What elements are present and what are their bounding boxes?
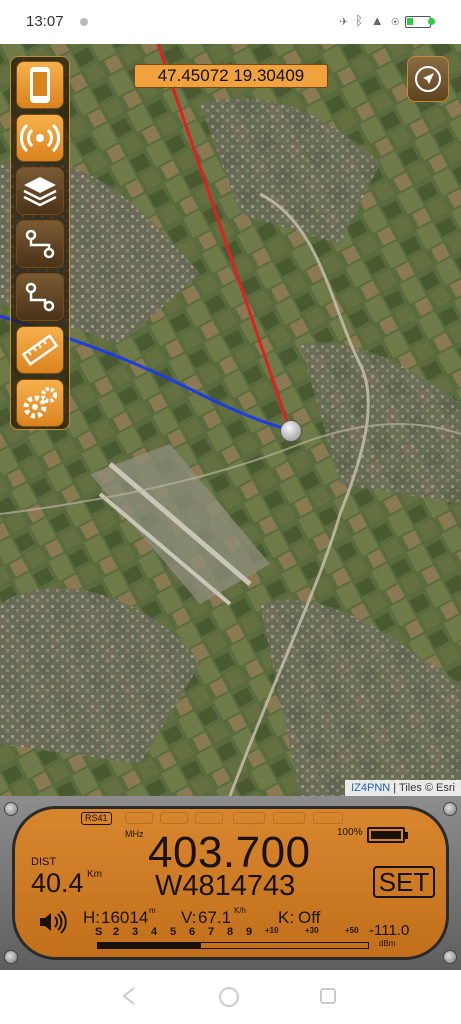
layers-button[interactable] <box>16 167 64 215</box>
s-scale-tick: +10 <box>265 926 279 935</box>
s-scale-tick: 8 <box>227 926 234 938</box>
height-value: 16014 <box>101 908 149 927</box>
lcd-segment <box>160 812 188 824</box>
s-meter-bar <box>97 942 369 949</box>
lcd-segment <box>313 812 343 824</box>
notification-dot-icon <box>80 18 88 26</box>
layers-icon <box>23 177 57 207</box>
back-icon <box>122 987 135 1005</box>
s-scale-tick: S <box>95 926 103 938</box>
attribution-text: | Tiles © Esri <box>390 782 455 794</box>
phone-icon <box>30 67 50 103</box>
ruler-icon <box>21 334 59 366</box>
radio-waves-icon <box>20 123 60 153</box>
height-unit: m <box>149 906 156 915</box>
set-button[interactable]: SET <box>373 866 435 898</box>
home-icon <box>219 987 239 1007</box>
track-button[interactable] <box>16 273 64 321</box>
s-scale-tick: +50 <box>345 926 359 935</box>
navigation-bar <box>0 970 461 1024</box>
device-battery-icon <box>367 827 408 843</box>
s-scale-tick: 3 <box>132 926 139 938</box>
s-scale-tick: 5 <box>170 926 177 938</box>
lcd-segment <box>125 812 153 824</box>
compass-icon <box>415 66 441 92</box>
back-button[interactable] <box>120 986 138 1011</box>
screw-icon <box>4 950 18 964</box>
s-scale-tick: 6 <box>189 926 196 938</box>
k-label: K: <box>278 908 295 927</box>
screw-icon <box>4 802 18 816</box>
lcd-segment <box>195 812 223 824</box>
height-label: H: <box>83 908 100 927</box>
home-button[interactable] <box>218 986 240 1013</box>
speaker-button[interactable] <box>37 909 67 940</box>
receiver-panel: RS41 MHz 403.700 100% DIST 40.4 Km W4814… <box>0 796 461 970</box>
distance-value: 40.4 <box>31 868 84 898</box>
recents-icon <box>320 988 336 1004</box>
vspeed-unit: K/h <box>234 906 247 915</box>
distance-unit: Km <box>87 869 102 880</box>
gear-icon <box>23 387 57 419</box>
status-time: 13:07 <box>26 13 64 30</box>
frequency-display[interactable]: 403.700 <box>148 831 311 875</box>
signal-dbm-value: -111.0 <box>369 922 410 939</box>
distance-label: DIST <box>31 856 57 868</box>
route-button[interactable] <box>16 220 64 268</box>
screw-icon <box>443 950 457 964</box>
speaker-icon <box>40 910 67 934</box>
system-icons: ✈ ᛒ ▲ ◉ <box>339 13 401 28</box>
signal-button[interactable] <box>16 114 64 162</box>
s-scale-tick: +30 <box>305 926 319 935</box>
lcd-segment <box>273 812 305 824</box>
lcd-display: RS41 MHz 403.700 100% DIST 40.4 Km W4814… <box>12 806 449 960</box>
k-value: Off <box>298 908 321 927</box>
active-indicator-icon <box>428 18 435 25</box>
coordinates-readout: 47.45072 19.30409 <box>134 64 328 88</box>
s-scale-tick: 2 <box>113 926 120 938</box>
track-icon <box>25 282 55 312</box>
s-scale-tick: 7 <box>208 926 215 938</box>
lcd-segment <box>233 812 265 824</box>
device-button[interactable] <box>16 61 64 109</box>
compass-button[interactable] <box>407 56 449 102</box>
mhz-label: MHz <box>125 829 144 839</box>
sonde-model-badge: RS41 <box>81 812 112 825</box>
map-attribution: IZ4PNN | Tiles © Esri <box>345 780 461 796</box>
balloon-position-marker[interactable] <box>280 420 302 442</box>
s-scale-tick: 4 <box>151 926 158 938</box>
screw-icon <box>443 802 457 816</box>
battery-percent: 100% <box>337 827 363 838</box>
vspeed-label: V: <box>181 908 197 927</box>
measure-button[interactable] <box>16 326 64 374</box>
s-scale-tick: 9 <box>246 926 253 938</box>
vspeed-value: 67.1 <box>198 908 232 927</box>
recents-button[interactable] <box>318 986 338 1011</box>
attribution-link[interactable]: IZ4PNN <box>351 782 390 794</box>
dbm-unit: dBm <box>379 939 396 948</box>
status-bar: 13:07 ✈ ᛒ ▲ ◉ <box>0 0 461 44</box>
satellite-map[interactable]: 47.45072 19.30409 IZ4PNN | Tiles © Esri <box>0 44 461 796</box>
sonde-serial: W4814743 <box>155 870 296 902</box>
settings-button[interactable] <box>16 379 64 427</box>
route-icon <box>25 229 55 259</box>
map-toolbar <box>10 56 70 430</box>
